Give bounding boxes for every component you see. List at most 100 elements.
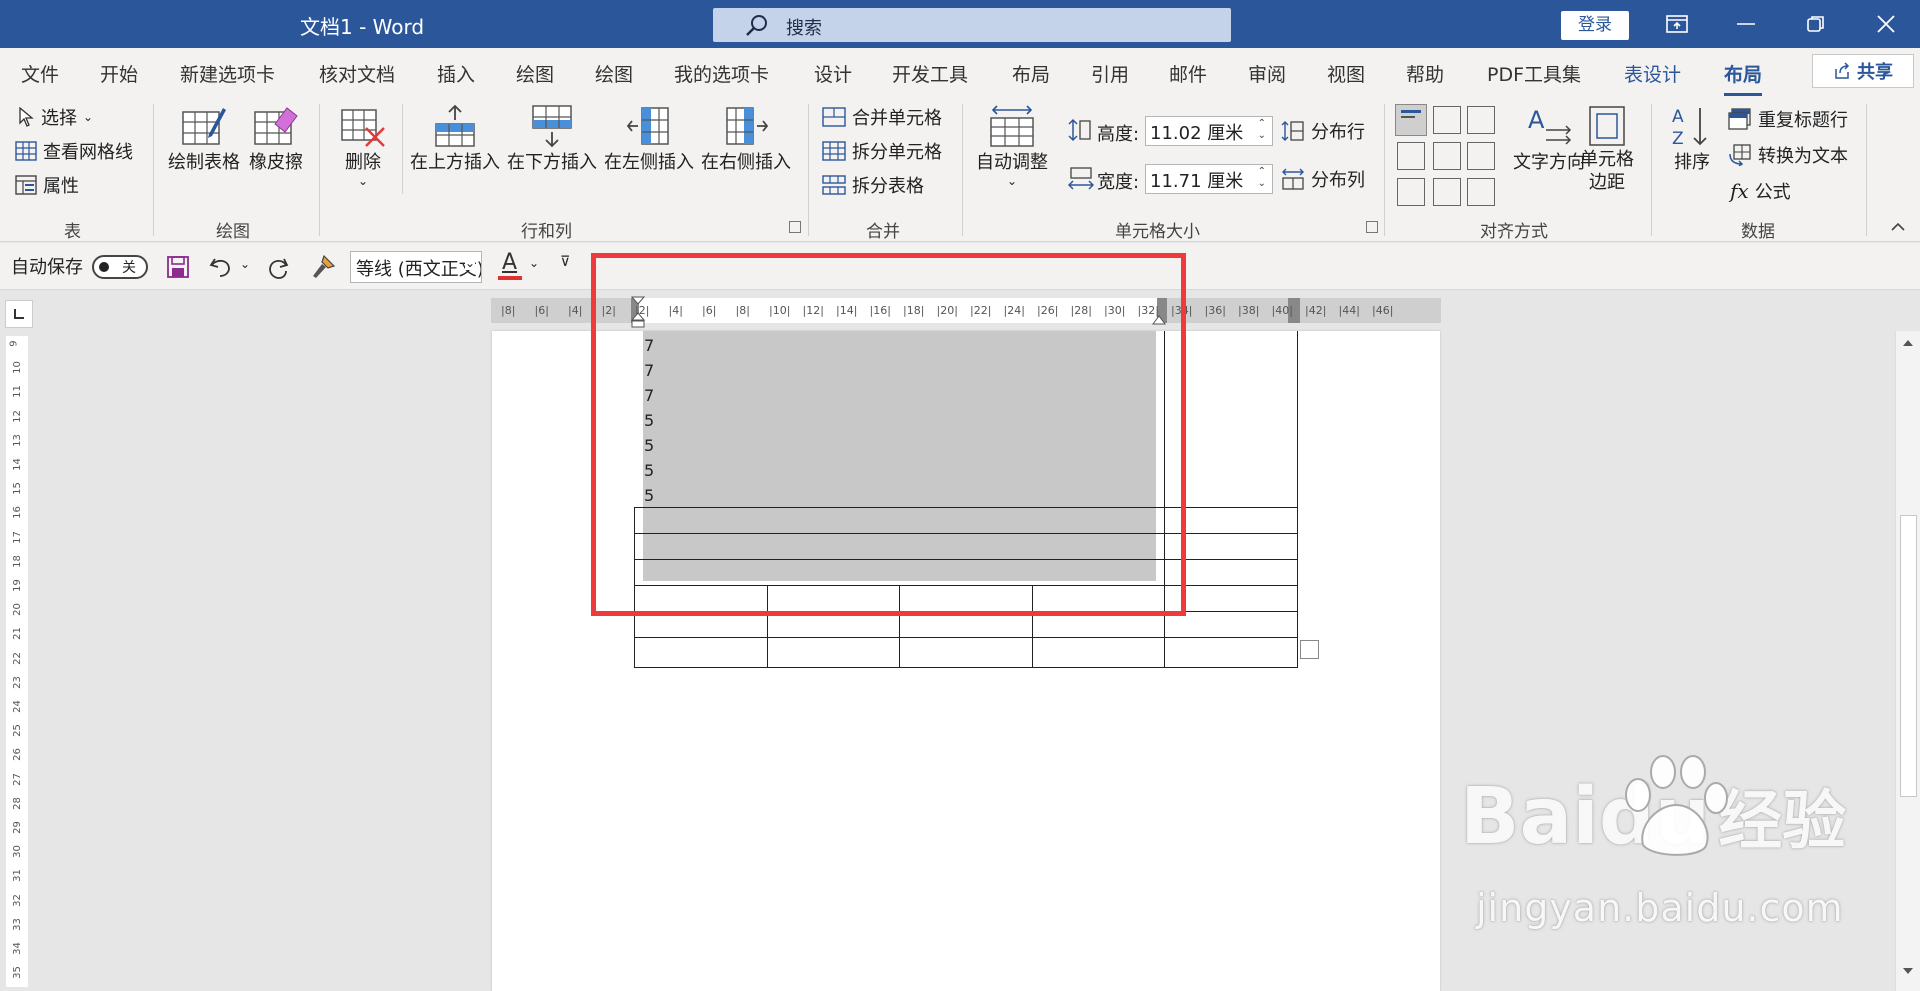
- tab-new[interactable]: 新建选项卡: [180, 60, 275, 87]
- draw-table-button[interactable]: 绘制表格: [168, 104, 240, 174]
- ribbon-tabs: 文件 开始 新建选项卡 核对文档 插入 绘图 绘图 我的选项卡 设计 开发工具 …: [0, 48, 1920, 96]
- height-field[interactable]: 11.02 厘米 ⌃ ⌄: [1145, 116, 1273, 146]
- insert-left-button[interactable]: 在左侧插入: [604, 104, 694, 174]
- minimize-icon[interactable]: [1716, 6, 1776, 42]
- delete-button[interactable]: 删除 ⌄: [340, 104, 386, 188]
- save-icon[interactable]: [167, 256, 189, 278]
- tab-view[interactable]: 视图: [1327, 60, 1365, 87]
- ribbon-display-options-icon[interactable]: [1647, 6, 1707, 42]
- share-button[interactable]: 共享: [1812, 54, 1914, 88]
- align-top-left-icon[interactable]: [1395, 104, 1427, 136]
- close-icon[interactable]: [1856, 6, 1916, 42]
- insert-below-button[interactable]: 在下方插入: [507, 104, 597, 174]
- autosave-label: 自动保存: [11, 257, 83, 278]
- font-dropdown-chevron-icon[interactable]: ⌄: [465, 256, 476, 270]
- tab-help[interactable]: 帮助: [1406, 60, 1444, 87]
- align-bottom-center-icon[interactable]: [1433, 178, 1461, 206]
- insert-right-icon: [726, 107, 769, 145]
- ruler-tick-label: 26: [11, 748, 23, 762]
- tab-design[interactable]: 设计: [814, 60, 852, 87]
- scroll-down-icon[interactable]: [1902, 967, 1914, 975]
- tab-table-design[interactable]: 表设计: [1624, 60, 1681, 87]
- ruler-tick-label: 21: [11, 627, 23, 641]
- text-direction-button[interactable]: A 文字方向: [1513, 104, 1585, 174]
- alignment-grid: [1395, 104, 1505, 210]
- format-painter-icon[interactable]: [310, 254, 336, 280]
- repeat-header-rows-button[interactable]: 重复标题行: [1728, 106, 1848, 132]
- text-direction-icon: A: [1528, 106, 1572, 145]
- cell-margins-button[interactable]: 单元格 边距: [1580, 104, 1634, 194]
- tab-table-layout[interactable]: 布局: [1724, 60, 1763, 96]
- scrollbar-thumb[interactable]: [1900, 515, 1917, 797]
- insert-above-button[interactable]: 在上方插入: [410, 104, 500, 174]
- undo-icon[interactable]: [208, 255, 234, 279]
- align-top-center-icon[interactable]: [1433, 106, 1461, 134]
- select-button[interactable]: 选择 ⌄: [17, 104, 93, 130]
- vertical-scrollbar[interactable]: [1895, 331, 1920, 991]
- vertical-ruler[interactable]: 9 10 11 12 13 14 15 16 17 18 19 20 21 22 23 24 25 26 27 28 2…: [6, 336, 28, 987]
- collapse-ribbon-icon[interactable]: [1890, 222, 1906, 232]
- formula-button[interactable]: fx 公式: [1730, 178, 1791, 204]
- font-color-dropdown-icon[interactable]: ⌄: [529, 256, 539, 270]
- tab-home[interactable]: 开始: [100, 60, 138, 87]
- font-name-dropdown[interactable]: 等线 (西文正文): [350, 251, 482, 283]
- title-bar: 文档1 - Word 搜索 登录: [0, 0, 1920, 48]
- redo-icon[interactable]: [265, 255, 291, 281]
- grid-icon: [15, 141, 37, 161]
- merge-cells-button[interactable]: 合并单元格: [822, 104, 942, 130]
- undo-dropdown-icon[interactable]: ⌄: [240, 257, 250, 271]
- eraser-button[interactable]: 橡皮擦: [249, 104, 303, 174]
- tab-draw-2[interactable]: 绘图: [595, 60, 633, 87]
- tab-check-doc[interactable]: 核对文档: [319, 60, 395, 87]
- tab-references[interactable]: 引用: [1091, 60, 1129, 87]
- separator: [402, 104, 403, 194]
- ruler-tick-label: |6|: [534, 304, 549, 317]
- watermark-url: jingyan.baidu.com: [1476, 886, 1844, 930]
- ruler-tick-label: 11: [11, 385, 23, 399]
- customize-qat-icon[interactable]: ⊽: [560, 254, 570, 270]
- align-bottom-right-icon[interactable]: [1467, 178, 1495, 206]
- split-cells-button[interactable]: 拆分单元格: [822, 138, 942, 164]
- width-field[interactable]: 11.71 厘米 ⌃ ⌄: [1145, 164, 1273, 194]
- convert-to-text-button[interactable]: 转换为文本: [1728, 142, 1848, 168]
- ruler-tick-label: |4|: [568, 304, 583, 317]
- scroll-up-icon[interactable]: [1902, 339, 1914, 347]
- separator: [1866, 104, 1867, 236]
- table-resize-handle[interactable]: [1300, 640, 1319, 659]
- tab-insert[interactable]: 插入: [437, 60, 475, 87]
- spin-arrows-icon[interactable]: ⌃ ⌄: [1258, 118, 1266, 142]
- distribute-columns-button[interactable]: 分布列: [1281, 166, 1365, 192]
- properties-button[interactable]: 属性: [15, 172, 79, 198]
- align-center-icon[interactable]: [1433, 142, 1461, 170]
- spin-arrows-icon[interactable]: ⌃ ⌄: [1258, 166, 1266, 190]
- ruler-tick-label: |38|: [1238, 304, 1260, 317]
- align-top-right-icon[interactable]: [1467, 106, 1495, 134]
- table-properties-icon: [15, 175, 37, 195]
- tab-review[interactable]: 审阅: [1248, 60, 1286, 87]
- tab-mailings[interactable]: 邮件: [1169, 60, 1207, 87]
- distribute-rows-button[interactable]: 分布行: [1281, 118, 1365, 144]
- login-button[interactable]: 登录: [1561, 11, 1629, 40]
- ruler-tick-label: 34: [11, 942, 23, 955]
- align-middle-right-icon[interactable]: [1467, 142, 1495, 170]
- tab-file[interactable]: 文件: [21, 60, 59, 87]
- tab-developer[interactable]: 开发工具: [892, 60, 968, 87]
- sort-button[interactable]: AZ 排序: [1670, 104, 1714, 174]
- split-table-button[interactable]: 拆分表格: [822, 172, 924, 198]
- font-color-button[interactable]: A: [498, 250, 526, 280]
- view-gridlines-button[interactable]: 查看网格线: [15, 138, 133, 164]
- tab-layout[interactable]: 布局: [1012, 60, 1050, 87]
- tab-pdf-tools[interactable]: PDF工具集: [1487, 60, 1581, 87]
- tab-draw-1[interactable]: 绘图: [516, 60, 554, 87]
- autosave-toggle[interactable]: 关: [92, 255, 148, 279]
- rows-cols-launcher-icon[interactable]: [789, 221, 801, 233]
- tab-my-tab[interactable]: 我的选项卡: [674, 60, 769, 87]
- align-bottom-left-icon[interactable]: [1397, 178, 1425, 206]
- restore-icon[interactable]: [1786, 6, 1846, 42]
- search-box[interactable]: 搜索: [713, 8, 1231, 42]
- align-middle-left-icon[interactable]: [1397, 142, 1425, 170]
- tab-stop-selector[interactable]: [5, 300, 33, 328]
- cell-size-launcher-icon[interactable]: [1366, 221, 1378, 233]
- insert-right-button[interactable]: 在右侧插入: [701, 104, 791, 174]
- autofit-button[interactable]: 自动调整 ⌄: [976, 104, 1048, 188]
